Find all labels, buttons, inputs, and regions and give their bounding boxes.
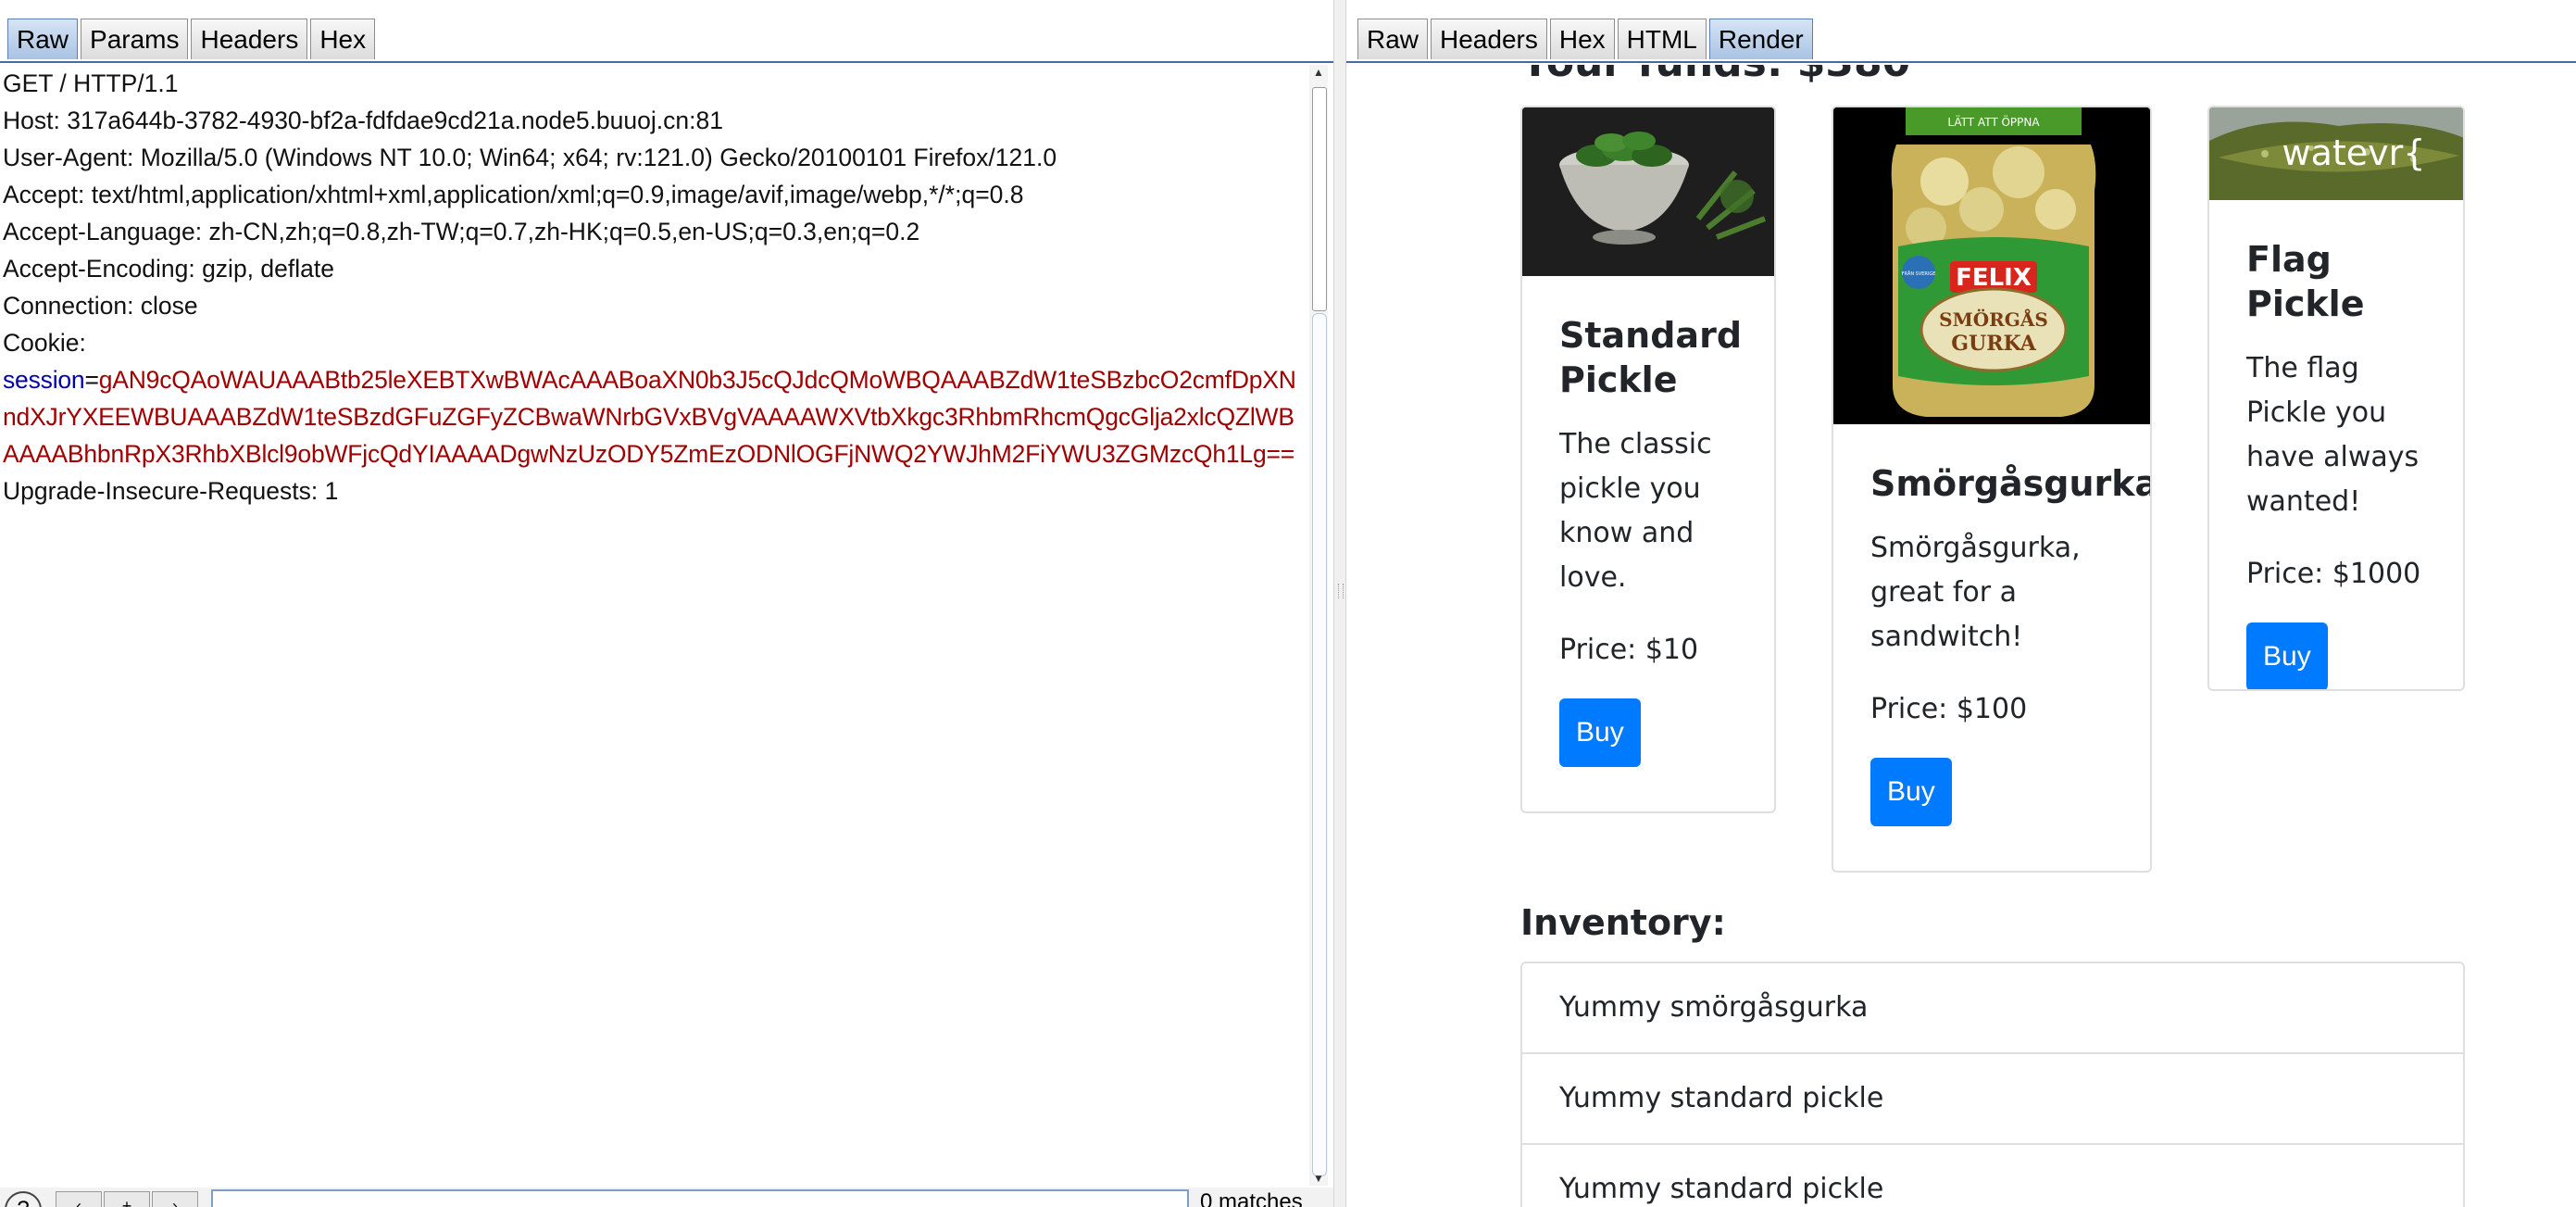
card-description: The flag Pickle you have always wanted!: [2246, 352, 2420, 518]
scroll-up-icon[interactable]: ▲: [1313, 67, 1324, 78]
jar-name-1: SMÖRGÅS: [1939, 308, 2048, 331]
card-price: Price: $100: [1870, 693, 2028, 725]
pane-divider[interactable]: [1333, 0, 1346, 1207]
help-icon[interactable]: ?: [5, 1191, 42, 1207]
request-pane: Raw Params Headers Hex GET / HTTP/1.1 Ho…: [0, 0, 1333, 1207]
flag-image-text: watevr{: [2282, 132, 2426, 173]
tab-raw[interactable]: Raw: [7, 19, 79, 59]
list-item: Yummy smörgåsgurka: [1522, 963, 2463, 1054]
tab-raw[interactable]: Raw: [1357, 19, 1429, 59]
prev-match-button[interactable]: ‹: [56, 1191, 102, 1207]
product-card-smorgasgurka: LÄTT ATT ÖPPNA FELIX SMÖRGÅS GURKA FRÅN …: [1832, 106, 2152, 873]
next-match-button[interactable]: ›: [152, 1191, 198, 1207]
request-scrollbar[interactable]: ▲ ▼: [1309, 65, 1328, 1186]
header-host: Host: 317a644b-3782-4930-bf2a-fdfdae9cd2…: [3, 107, 723, 134]
header-user-agent: User-Agent: Mozilla/5.0 (Windows NT 10.0…: [3, 144, 1057, 171]
scroll-thumb[interactable]: [1312, 87, 1327, 311]
scroll-down-icon[interactable]: ▼: [1313, 1173, 1324, 1184]
smorgasgurka-jar-image: LÄTT ATT ÖPPNA FELIX SMÖRGÅS GURKA FRÅN …: [1833, 107, 2150, 424]
header-upgrade-insecure: Upgrade-Insecure-Requests: 1: [3, 477, 339, 505]
response-tabbar: Raw Headers Hex HTML Render: [1346, 0, 2576, 65]
card-price: Price: $10: [1559, 634, 1699, 666]
tab-hex[interactable]: Hex: [1549, 19, 1615, 59]
flag-pickle-image: watevr{: [2209, 107, 2463, 200]
request-editor[interactable]: GET / HTTP/1.1 Host: 317a644b-3782-4930-…: [0, 65, 1307, 1181]
add-button[interactable]: +: [104, 1191, 150, 1207]
header-accept-language: Accept-Language: zh-CN,zh;q=0.8,zh-TW;q=…: [3, 218, 920, 245]
jar-badge: FRÅN SVERIGE: [1902, 270, 1936, 277]
card-title: Standard Pickle: [1559, 315, 1743, 400]
tab-hex[interactable]: Hex: [310, 19, 376, 59]
request-tabbar: Raw Params Headers Hex: [0, 0, 1333, 65]
list-item: Yummy standard pickle: [1522, 1054, 2463, 1145]
funds-heading: Your funds: $380: [1520, 65, 1910, 86]
pickle-colander-image: [1522, 107, 1774, 276]
card-price: Price: $1000: [2246, 558, 2421, 590]
tab-render[interactable]: Render: [1708, 19, 1813, 59]
buy-flag-pickle-button[interactable]: Buy: [2246, 622, 2328, 689]
inventory-list: Yummy smörgåsgurka Yummy standard pickle…: [1520, 962, 2465, 1207]
tab-headers[interactable]: Headers: [191, 19, 308, 59]
search-input[interactable]: [211, 1189, 1189, 1207]
request-line: GET / HTTP/1.1: [3, 69, 179, 97]
buy-smorgasgurka-button[interactable]: Buy: [1870, 758, 1952, 826]
card-title: Flag Pickle: [2246, 239, 2365, 324]
inventory-heading: Inventory:: [1520, 902, 1726, 943]
cookie-session: session=gAN9cQAoWAUAAABtb25leXEBTXwBWAcA…: [0, 361, 1299, 472]
header-accept-encoding: Accept-Encoding: gzip, deflate: [3, 255, 334, 283]
jar-name-2: GURKA: [1951, 332, 2036, 356]
cookie-name: session: [3, 366, 85, 394]
list-item: Yummy standard pickle: [1522, 1145, 2463, 1207]
scroll-track: [1312, 313, 1327, 1176]
card-title: Smörgåsgurka: [1870, 463, 2152, 504]
cookie-value: gAN9cQAoWAUAAABtb25leXEBTXwBWAcAAABoaXN0…: [3, 366, 1296, 468]
header-accept: Accept: text/html,application/xhtml+xml,…: [3, 181, 1024, 208]
tab-html[interactable]: HTML: [1617, 19, 1707, 59]
tab-headers[interactable]: Headers: [1431, 19, 1547, 59]
render-view: Your funds: $380 Stan: [1346, 65, 2576, 1207]
product-card-standard: Standard Pickle The classic pickle you k…: [1520, 106, 1776, 813]
product-card-flag: watevr{ Flag Pickle The flag Pickle you …: [2207, 106, 2465, 691]
card-description: The classic pickle you know and love.: [1559, 428, 1712, 594]
cookie-equals: =: [84, 366, 99, 394]
divider-grip-icon[interactable]: [1338, 584, 1344, 598]
jar-top-label: LÄTT ATT ÖPPNA: [1947, 114, 2040, 129]
buy-standard-pickle-button[interactable]: Buy: [1559, 698, 1641, 767]
header-connection: Connection: close: [3, 292, 198, 320]
tab-params[interactable]: Params: [81, 19, 189, 59]
response-pane: Raw Headers Hex HTML Render Your funds: …: [1346, 0, 2576, 1207]
header-cookie: Cookie:: [3, 329, 86, 357]
search-bar: ? ‹ + › 0 matches: [0, 1188, 1333, 1207]
card-description: Smörgåsgurka, great for a sandwitch!: [1870, 532, 2081, 653]
match-count: 0 matches: [1200, 1189, 1303, 1207]
